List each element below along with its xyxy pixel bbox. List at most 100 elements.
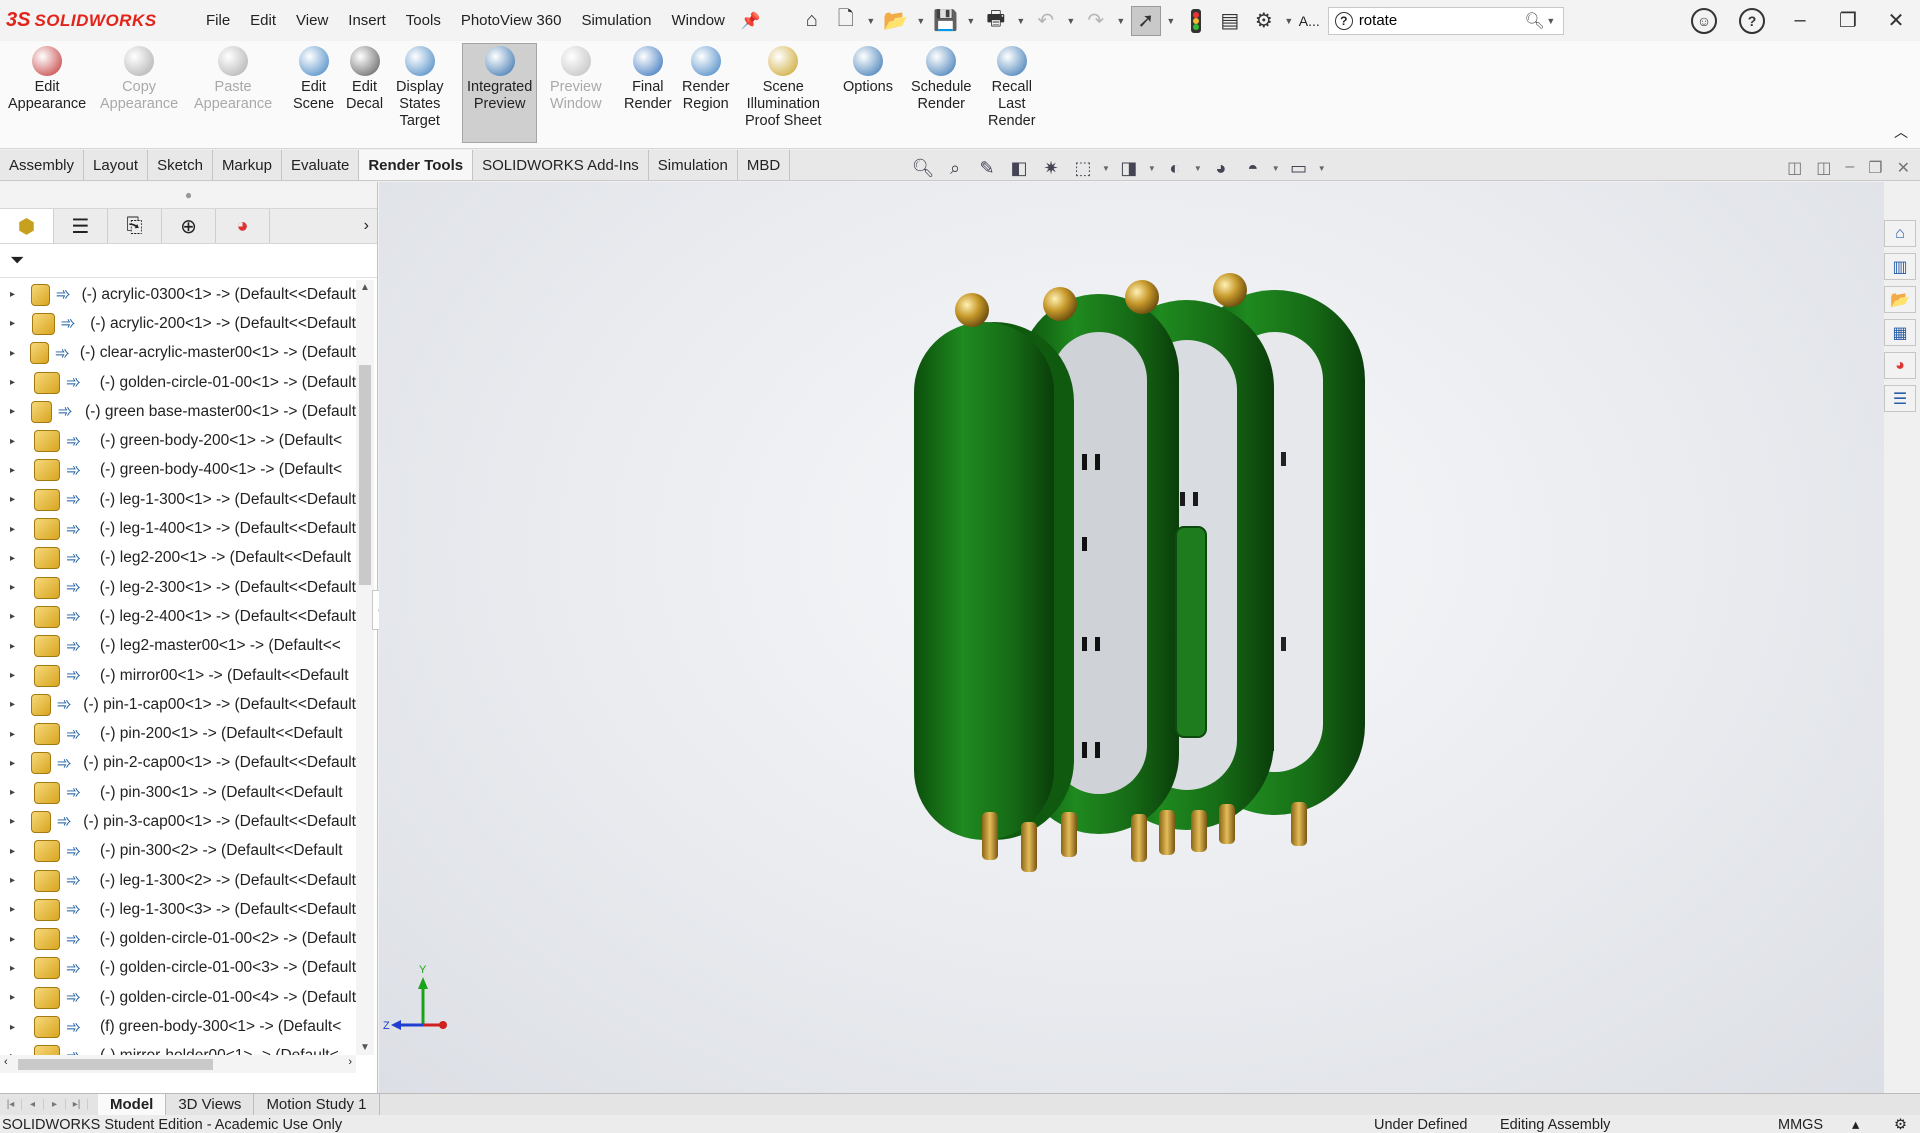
viewport-close-icon[interactable]: ✕ [1897, 158, 1910, 178]
menu-simulation[interactable]: Simulation [571, 12, 661, 29]
tree-item[interactable]: ▸ ➾ (-) pin-3-cap00<1> -> (Default<<Defaul… [0, 807, 356, 836]
graphics-area[interactable]: Y Z [379, 182, 1884, 1093]
appearances-scenes-decals-icon[interactable]: ◕ [1884, 352, 1916, 379]
expand-arrow-icon[interactable]: ▸ [10, 846, 22, 857]
tree-item[interactable]: ▸ ➾ (-) golden-circle-01-00<2> -> (Default [0, 925, 356, 954]
horizontal-scroll-thumb[interactable] [18, 1059, 213, 1070]
expand-arrow-icon[interactable]: ▸ [10, 1022, 22, 1033]
new-document-icon[interactable]: 🗋 [831, 6, 861, 36]
open-folder-icon[interactable]: 📂 [881, 6, 911, 36]
tree-horizontal-scrollbar[interactable]: ‹ › [0, 1055, 356, 1073]
tab-layout[interactable]: Layout [84, 150, 149, 180]
tree-item[interactable]: ▸ ➾ (-) mirror00<1> -> (Default<<Default [0, 661, 356, 690]
collapse-ribbon-chevron-icon[interactable]: ︿ [1894, 122, 1908, 142]
viewport-minimize-icon[interactable]: – [1845, 158, 1854, 178]
tree-item[interactable]: ▸ ➾ (-) leg2-200<1> -> (Default<<Default [0, 544, 356, 573]
view-orientation-dropdown-icon[interactable]: ▼ [1102, 164, 1110, 173]
tree-item[interactable]: ▸ ➾ (-) leg-1-300<1> -> (Default<<Default [0, 485, 356, 514]
recall-last-render-button[interactable]: Recall Last Render [988, 46, 1036, 130]
user-account-icon[interactable]: ☺ [1691, 7, 1717, 34]
tree-item[interactable]: ▸ ➾ (-) golden-circle-01-00<4> -> (Default [0, 983, 356, 1012]
expand-arrow-icon[interactable]: ▸ [10, 582, 22, 593]
expand-arrow-icon[interactable]: ▸ [10, 992, 22, 1003]
last-tab-nav-icon[interactable]: ▸| [66, 1099, 88, 1110]
view-palette-icon[interactable]: ▦ [1884, 319, 1916, 346]
hide-show-items-icon[interactable]: ◐ [1162, 156, 1188, 180]
more-tabs-chevron-icon[interactable]: › [364, 217, 369, 235]
tree-item[interactable]: ▸ ➾ (-) pin-200<1> -> (Default<<Default [0, 719, 356, 748]
redo-dropdown-icon[interactable]: ▼ [1115, 16, 1127, 26]
redo-icon[interactable]: ↷ [1081, 6, 1111, 36]
quick-access-more[interactable]: A... [1299, 13, 1320, 29]
tree-item[interactable]: ▸ ➾ (-) leg-1-300<2> -> (Default<<Default [0, 866, 356, 895]
display-states-target-button[interactable]: Display States Target [396, 46, 444, 130]
file-explorer-icon[interactable]: 📂 [1884, 286, 1916, 313]
solidworks-logo[interactable]: 3S SOLIDWORKS [6, 9, 186, 32]
display-style-icon[interactable]: ◨ [1116, 156, 1142, 180]
expand-arrow-icon[interactable]: ▸ [10, 377, 22, 388]
preview-window-button[interactable]: Preview Window [550, 46, 602, 113]
tree-item[interactable]: ▸ ➾ (-) clear-acrylic-master00<1> -> (Defa… [0, 339, 356, 368]
expand-arrow-icon[interactable]: ▸ [10, 465, 22, 476]
tab-render-tools[interactable]: Render Tools [359, 150, 474, 180]
pin-menu-icon[interactable]: 📌 [741, 11, 761, 31]
tree-item[interactable]: ▸ ➾ (-) green-body-400<1> -> (Default< [0, 456, 356, 485]
tree-item[interactable]: ▸ ➾ (-) pin-300<2> -> (Default<<Default [0, 837, 356, 866]
expand-arrow-icon[interactable]: ▸ [10, 904, 22, 915]
menu-insert[interactable]: Insert [338, 12, 396, 29]
expand-arrow-icon[interactable]: ▸ [10, 875, 22, 886]
bottom-tab-model[interactable]: Model [98, 1093, 167, 1116]
tree-item[interactable]: ▸➾(-) mirror-holder00<1> -> (Default< [0, 1042, 356, 1055]
expand-arrow-icon[interactable]: ▸ [10, 641, 22, 652]
edit-appearance-button[interactable]: Edit Appearance [8, 46, 86, 113]
bottom-tab-3d-views[interactable]: 3D Views [166, 1093, 255, 1116]
expand-arrow-icon[interactable]: ▸ [10, 758, 19, 769]
view-settings-icon[interactable]: ▭ [1286, 156, 1312, 180]
menu-window[interactable]: Window [662, 12, 735, 29]
tree-item[interactable]: ▸ ➾ (-) golden-circle-01-00<3> -> (Default [0, 954, 356, 983]
status-units-arrow-icon[interactable]: ▴ [1852, 1116, 1859, 1133]
save-dropdown-icon[interactable]: ▼ [965, 16, 977, 26]
previous-view-icon[interactable]: ✎ [974, 156, 1000, 180]
expand-arrow-icon[interactable]: ▸ [10, 553, 22, 564]
final-render-button[interactable]: Final Render [624, 46, 672, 113]
tree-item[interactable]: ▸ ➾ (-) leg2-master00<1> -> (Default<< [0, 632, 356, 661]
render-region-button[interactable]: Render Region [682, 46, 730, 113]
tree-item[interactable]: ▸ ➾ (f) green-body-300<1> -> (Default< [0, 1012, 356, 1041]
view-settings-dropdown-icon[interactable]: ▼ [1318, 164, 1326, 173]
tree-item[interactable]: ▸ ➾ (-) acrylic-0300<1> -> (Default<<Defau… [0, 280, 356, 309]
tab-mbd[interactable]: MBD [738, 150, 791, 180]
search-dropdown-icon[interactable]: ▼ [1545, 16, 1557, 26]
expand-arrow-icon[interactable]: ▸ [10, 318, 20, 329]
scroll-left-icon[interactable]: ‹ [4, 1056, 8, 1068]
tree-item[interactable]: ▸ ➾ (-) pin-2-cap00<1> -> (Default<<Defaul… [0, 749, 356, 778]
expand-arrow-icon[interactable]: ▸ [10, 816, 19, 827]
tab-sketch[interactable]: Sketch [148, 150, 213, 180]
zoom-to-area-icon[interactable]: ⌕ [942, 156, 968, 180]
expand-arrow-icon[interactable]: ▸ [10, 699, 19, 710]
tree-item[interactable]: ▸ ➾ (-) leg-1-400<1> -> (Default<<Default [0, 514, 356, 543]
filter-funnel-icon[interactable]: ⏷ [10, 250, 24, 271]
print-dropdown-icon[interactable]: ▼ [1015, 16, 1027, 26]
edit-scene-button[interactable]: Edit Scene [293, 46, 334, 113]
apply-scene-dropdown-icon[interactable]: ▼ [1272, 164, 1280, 173]
display-manager-tab-icon[interactable]: ◕ [216, 209, 270, 243]
menu-view[interactable]: View [286, 12, 338, 29]
tab-assembly[interactable]: Assembly [0, 150, 85, 180]
options-gear-icon[interactable]: ⚙ [1249, 6, 1279, 36]
status-units[interactable]: MMGS [1778, 1116, 1823, 1133]
zoom-to-fit-icon[interactable]: 🔍︎ [910, 156, 936, 180]
expand-arrow-icon[interactable]: ▸ [10, 963, 22, 974]
file-properties-icon[interactable]: ▤ [1215, 6, 1245, 36]
panel-grip[interactable]: ⦁ [0, 182, 377, 208]
scroll-up-icon[interactable]: ▲ [360, 282, 370, 293]
dynamic-annotation-icon[interactable]: ✷ [1038, 156, 1064, 180]
tab-solidworks-add-ins[interactable]: SOLIDWORKS Add-Ins [473, 150, 649, 180]
expand-arrow-icon[interactable]: ▸ [10, 289, 19, 300]
print-icon[interactable]: 🖶 [981, 6, 1011, 36]
select-dropdown-icon[interactable]: ▼ [1165, 16, 1177, 26]
tree-item[interactable]: ▸ ➾ (-) leg-1-300<3> -> (Default<<Default [0, 895, 356, 924]
tree-item[interactable]: ▸ ➾ (-) acrylic-200<1> -> (Default<<Defaul… [0, 309, 356, 338]
expand-arrow-icon[interactable]: ▸ [10, 611, 22, 622]
edit-decal-button[interactable]: Edit Decal [346, 46, 383, 113]
